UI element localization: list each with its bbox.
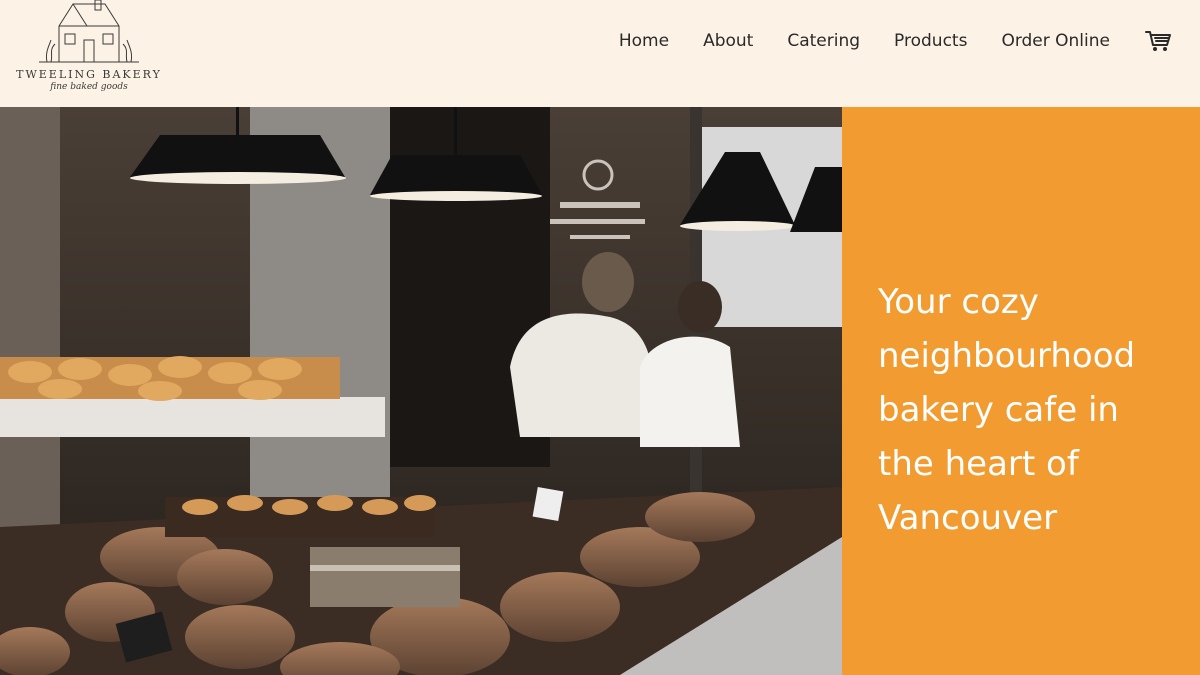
- bakery-house-icon: [39, 0, 139, 63]
- main-nav: Home About Catering Products Order Onlin…: [585, 28, 1172, 54]
- nav-order-online[interactable]: Order Online: [1001, 31, 1110, 51]
- brand-tagline: fine baked goods: [50, 82, 128, 92]
- brand-name: TWEELING BAKERY: [16, 68, 162, 81]
- hero-image: [0, 107, 842, 675]
- nav-about[interactable]: About: [703, 31, 753, 51]
- nav-home[interactable]: Home: [619, 31, 669, 51]
- site-header: TWEELING BAKERY fine baked goods Home Ab…: [0, 0, 1200, 107]
- cart-icon[interactable]: [1144, 28, 1172, 54]
- brand-logo[interactable]: TWEELING BAKERY fine baked goods: [14, 0, 164, 100]
- bakery-interior-illustration: [0, 107, 842, 675]
- hero-headline: Your cozy neighbourhood bakery cafe in t…: [878, 282, 1136, 538]
- hero-panel: Your cozy neighbourhood bakery cafe in t…: [842, 107, 1200, 675]
- nav-products[interactable]: Products: [894, 31, 967, 51]
- nav-catering[interactable]: Catering: [787, 31, 860, 51]
